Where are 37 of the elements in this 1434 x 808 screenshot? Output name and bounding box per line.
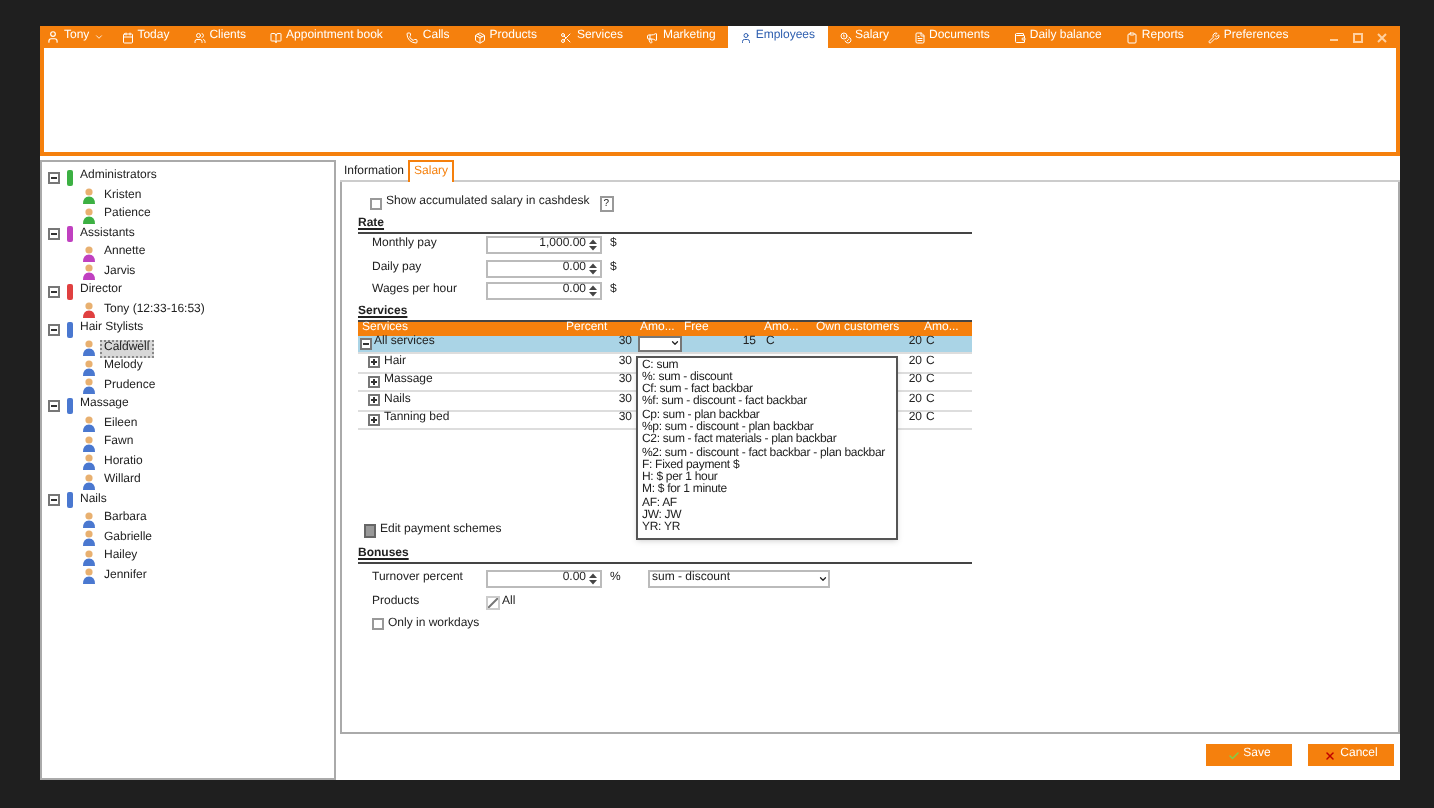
megaphone-icon <box>646 31 659 43</box>
wrench-icon <box>1207 31 1220 43</box>
clipboard-icon <box>1125 31 1138 43</box>
person-icon <box>739 31 752 43</box>
scissors-icon <box>560 31 573 43</box>
coins-icon <box>839 31 851 43</box>
caret-icon <box>93 32 104 42</box>
spinner-icon[interactable] <box>588 284 598 299</box>
close-icon <box>1324 749 1337 761</box>
wallet-icon <box>1013 31 1026 43</box>
caret-icon <box>670 338 680 349</box>
package-icon <box>473 31 486 43</box>
expand-icon[interactable] <box>368 356 380 369</box>
expand-icon[interactable] <box>368 413 380 426</box>
book-icon <box>270 31 283 43</box>
expand-icon[interactable] <box>368 375 380 388</box>
calendar-icon <box>121 31 134 43</box>
caret-icon <box>818 574 828 584</box>
spinner-icon[interactable] <box>588 238 598 253</box>
collapse-icon[interactable] <box>48 323 60 336</box>
person-icon <box>46 30 60 44</box>
people-icon <box>193 31 206 43</box>
checkbox[interactable] <box>372 618 384 630</box>
expand-icon[interactable] <box>368 394 380 407</box>
collapse-icon[interactable] <box>48 171 60 184</box>
collapse-icon[interactable] <box>48 399 60 412</box>
collapse-icon[interactable] <box>48 494 60 507</box>
spinner-icon[interactable] <box>588 261 598 276</box>
phone-icon <box>406 31 419 43</box>
collapse-icon[interactable] <box>360 337 372 350</box>
pencil-icon[interactable] <box>486 595 500 609</box>
check-icon <box>1227 749 1240 761</box>
person-icon <box>82 302 96 319</box>
collapse-icon[interactable] <box>48 285 60 298</box>
collapse-icon[interactable] <box>48 228 60 241</box>
checkbox[interactable] <box>370 197 382 209</box>
spinner-icon[interactable] <box>588 572 598 586</box>
